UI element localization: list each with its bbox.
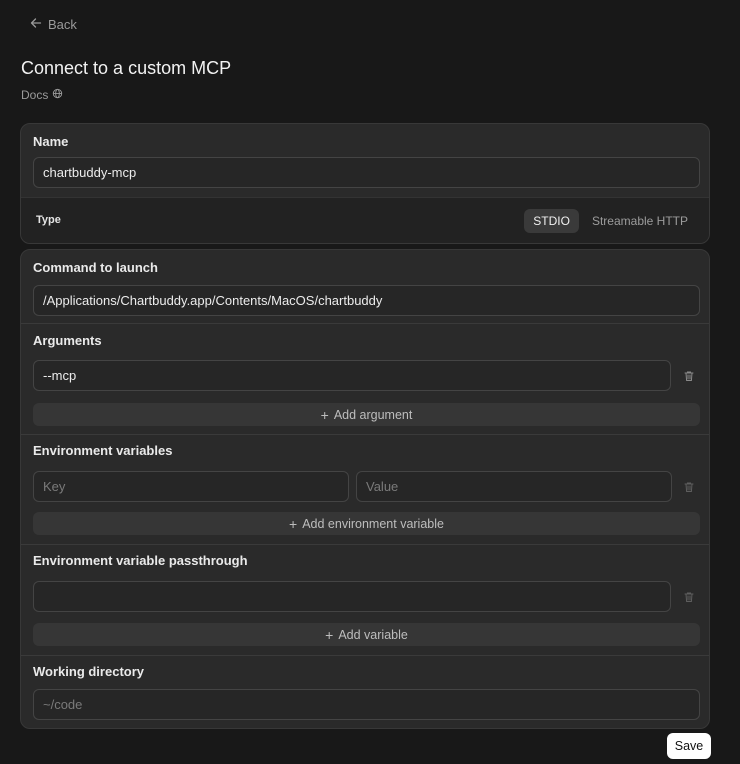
type-segmented-control: STDIO Streamable HTTP — [524, 209, 697, 233]
arrow-left-icon — [30, 17, 42, 32]
env-key-input[interactable] — [33, 471, 349, 502]
passthrough-label: Environment variable passthrough — [33, 553, 248, 568]
command-config-card: Command to launch Arguments + Add argume… — [20, 249, 710, 729]
command-input[interactable] — [33, 285, 700, 316]
type-row: Type STDIO Streamable HTTP — [21, 197, 709, 243]
env-variables-label: Environment variables — [33, 443, 173, 458]
command-label: Command to launch — [33, 260, 158, 275]
trash-icon — [683, 369, 695, 386]
add-variable-button[interactable]: + Add variable — [33, 623, 700, 646]
name-type-card: Name Type STDIO Streamable HTTP — [20, 123, 710, 244]
add-argument-label: Add argument — [333, 407, 413, 422]
docs-link[interactable]: Docs — [21, 88, 63, 102]
plus-icon: + — [320, 406, 329, 423]
globe-icon — [52, 88, 63, 102]
type-option-streamable-http[interactable]: Streamable HTTP — [583, 209, 697, 233]
delete-env-variable-button[interactable] — [683, 480, 697, 494]
trash-icon — [683, 590, 695, 607]
add-env-variable-button[interactable]: + Add environment variable — [33, 512, 700, 535]
section-divider — [21, 544, 709, 545]
argument-input[interactable] — [33, 360, 671, 391]
section-divider — [21, 434, 709, 435]
name-input[interactable] — [33, 157, 700, 188]
working-directory-input[interactable] — [33, 689, 700, 720]
page-title: Connect to a custom MCP — [21, 58, 232, 78]
back-button[interactable]: Back — [30, 17, 77, 32]
env-value-input[interactable] — [356, 471, 672, 502]
working-directory-label: Working directory — [33, 664, 145, 679]
type-option-stdio[interactable]: STDIO — [524, 209, 579, 233]
add-argument-button[interactable]: + Add argument — [33, 403, 700, 426]
save-button[interactable]: Save — [667, 733, 711, 759]
plus-icon: + — [289, 515, 298, 532]
delete-passthrough-button[interactable] — [683, 590, 697, 604]
trash-icon — [683, 480, 695, 497]
delete-argument-button[interactable] — [683, 369, 697, 383]
name-label: Name — [33, 134, 69, 149]
docs-label: Docs — [21, 88, 49, 102]
back-label: Back — [48, 17, 77, 32]
plus-icon: + — [325, 626, 334, 643]
arguments-label: Arguments — [33, 333, 102, 348]
add-variable-label: Add variable — [338, 627, 408, 642]
section-divider — [21, 323, 709, 324]
add-env-variable-label: Add environment variable — [302, 516, 444, 531]
passthrough-input[interactable] — [33, 581, 671, 612]
section-divider — [21, 655, 709, 656]
type-label: Type — [36, 214, 61, 226]
